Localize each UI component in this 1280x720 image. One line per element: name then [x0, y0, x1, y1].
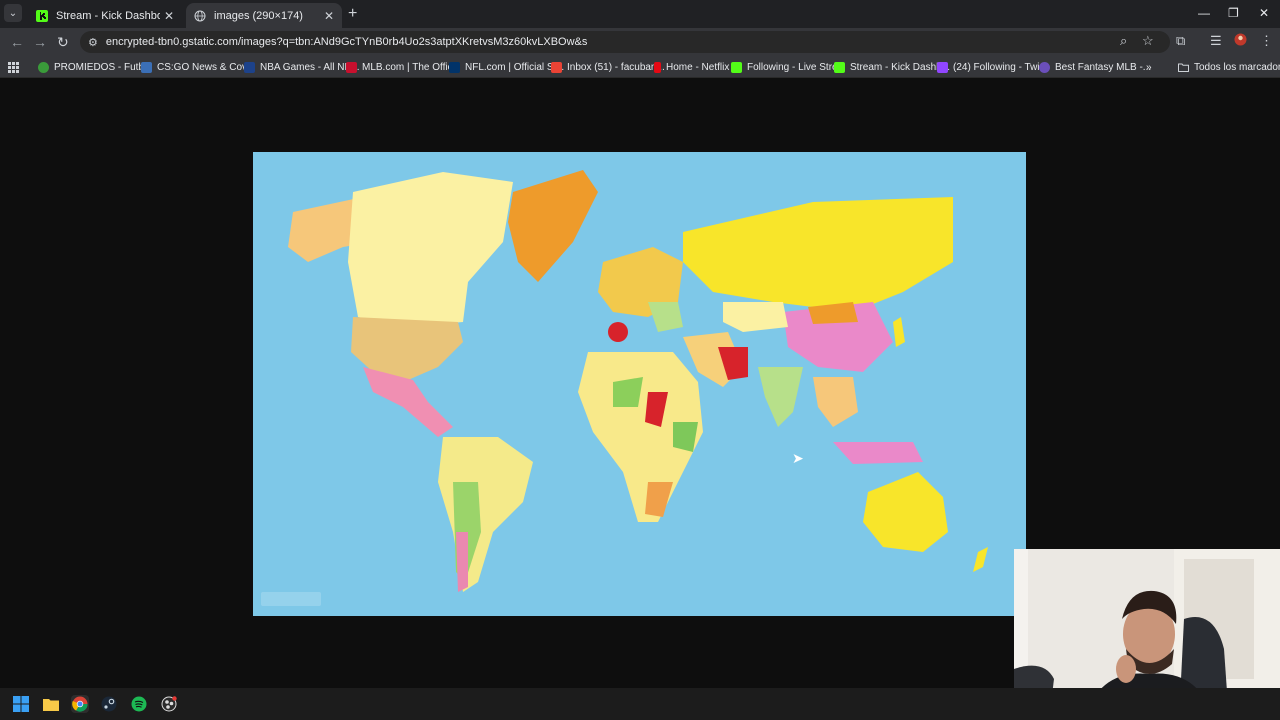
bookmarks-bar: PROMIEDOS - Futb... CS:GO News & Cov... …: [0, 56, 1280, 78]
tab-search-chevron-icon[interactable]: ⌄: [4, 4, 22, 22]
bookmark-item[interactable]: CS:GO News & Cov...: [141, 60, 255, 74]
tab-strip: ⌄ Stream - Kick Dashboard ✕ images (290×…: [0, 0, 1280, 28]
chrome-icon[interactable]: [71, 695, 89, 713]
bookmark-star-icon[interactable]: ☆: [1142, 33, 1154, 49]
new-tab-button[interactable]: +: [348, 5, 357, 23]
bookmark-item[interactable]: NFL.com | Official Si...: [449, 60, 564, 74]
restore-icon[interactable]: ❐: [1228, 6, 1239, 20]
extensions-icon[interactable]: ⧉: [1176, 33, 1185, 49]
windows-taskbar: [0, 688, 1280, 720]
bookmark-item[interactable]: Inbox (51) - facuban...: [551, 60, 665, 74]
close-tab-icon[interactable]: ✕: [164, 9, 174, 23]
forward-icon[interactable]: →: [33, 34, 47, 50]
kick-icon: [36, 9, 48, 22]
kebab-menu-icon[interactable]: ⋮: [1260, 33, 1273, 49]
bookmark-item[interactable]: Home - Netflix: [654, 60, 729, 74]
windows-start-icon[interactable]: [12, 695, 30, 713]
tab-title: Stream - Kick Dashboard: [56, 9, 160, 22]
bookmark-item[interactable]: (24) Following - Twi...: [937, 60, 1048, 74]
folder-icon: [1178, 63, 1189, 72]
address-bar[interactable]: ⚙ encrypted-tbn0.gstatic.com/images?q=tb…: [80, 31, 1170, 53]
minimize-icon[interactable]: —: [1198, 6, 1210, 20]
close-tab-icon[interactable]: ✕: [324, 9, 334, 23]
bookmark-item[interactable]: MLB.com | The Offic...: [346, 60, 461, 74]
reload-icon[interactable]: ↻: [57, 34, 69, 51]
spotify-icon[interactable]: [130, 695, 148, 713]
site-info-icon[interactable]: ⚙: [88, 36, 98, 49]
tab-kick-dashboard[interactable]: Stream - Kick Dashboard ✕: [28, 3, 182, 28]
all-bookmarks-folder[interactable]: Todos los marcadores: [1178, 60, 1280, 74]
bookmark-item[interactable]: PROMIEDOS - Futb...: [38, 60, 152, 74]
bookmark-item[interactable]: NBA Games - All NB...: [244, 60, 359, 74]
bookmarks-overflow-button[interactable]: »: [1146, 60, 1152, 74]
bookmark-item[interactable]: Stream - Kick Dashb...: [834, 60, 950, 74]
mouse-cursor-icon: ➤: [792, 450, 804, 466]
file-explorer-icon[interactable]: [42, 695, 60, 713]
zoom-icon[interactable]: ⌕: [1120, 33, 1127, 49]
obs-icon[interactable]: [160, 695, 178, 713]
steam-icon[interactable]: [100, 695, 118, 713]
globe-icon: [194, 10, 206, 21]
back-icon[interactable]: ←: [10, 34, 24, 50]
media-control-icon[interactable]: ☰: [1210, 33, 1222, 49]
bookmark-item[interactable]: Following - Live Stre...: [731, 60, 846, 74]
world-map-image: [253, 152, 1026, 616]
tab-images[interactable]: images (290×174) ✕: [186, 3, 342, 28]
profile-avatar-icon[interactable]: [1234, 33, 1247, 49]
apps-grid-icon[interactable]: [8, 60, 19, 74]
url-text: encrypted-tbn0.gstatic.com/images?q=tbn:…: [105, 36, 588, 48]
bookmark-item[interactable]: Best Fantasy MLB -...: [1039, 60, 1151, 74]
browser-toolbar: ← → ↻ ⚙ encrypted-tbn0.gstatic.com/image…: [0, 28, 1280, 56]
close-window-icon[interactable]: ✕: [1259, 6, 1269, 20]
tab-title: images (290×174): [214, 9, 303, 22]
